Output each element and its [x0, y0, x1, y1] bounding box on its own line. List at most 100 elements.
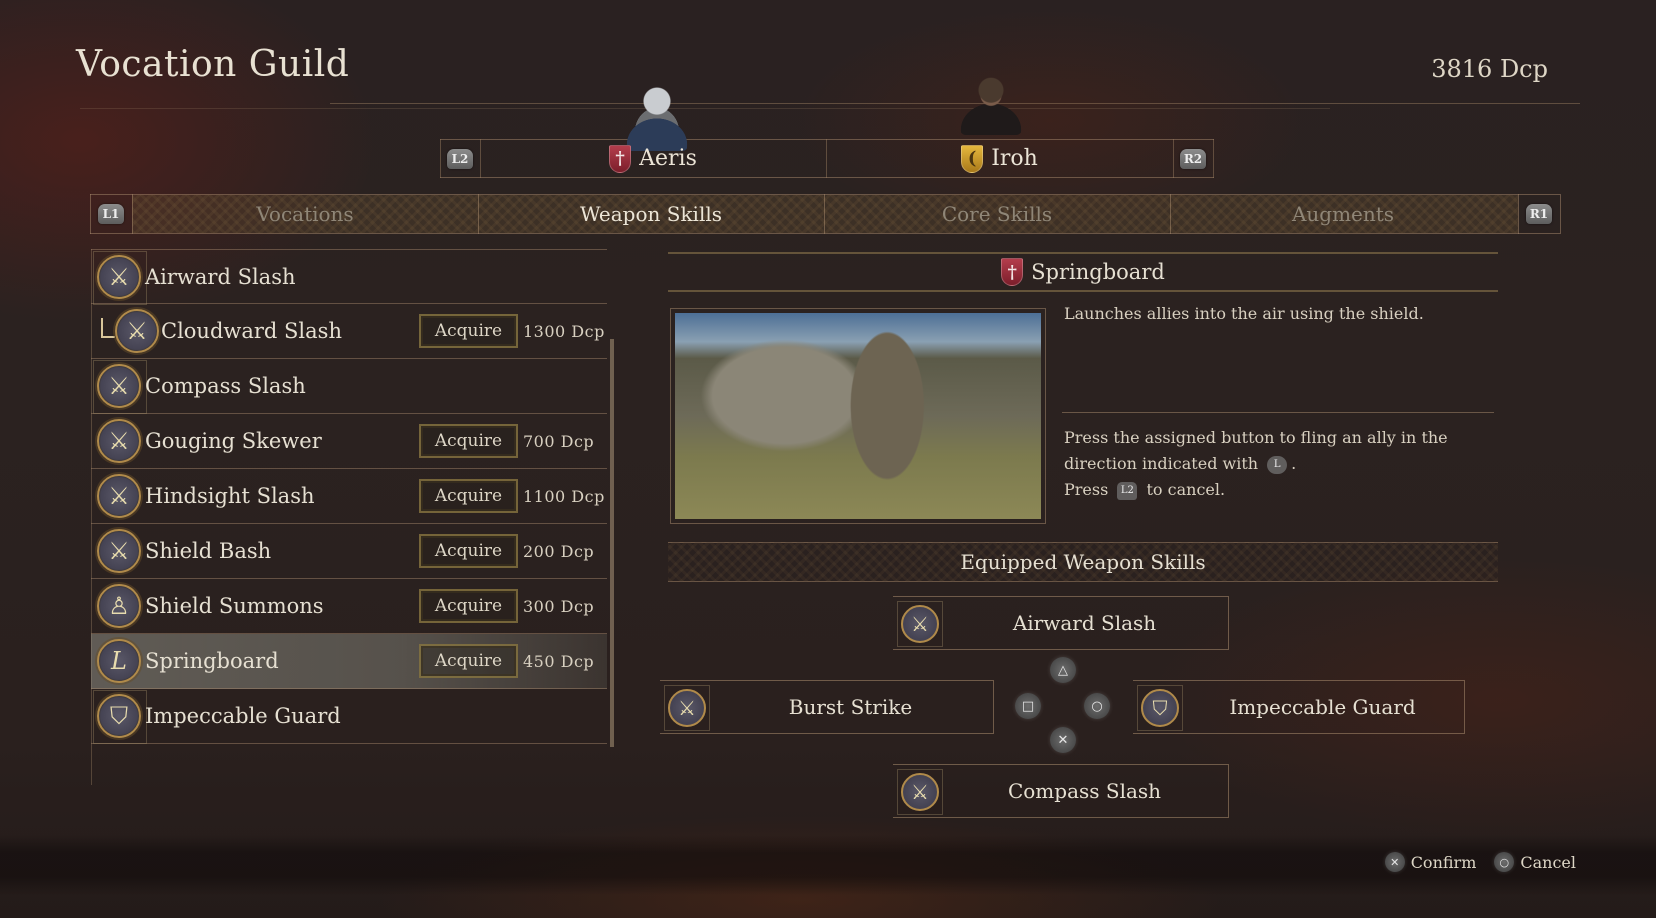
l2-button-icon: L2	[1117, 481, 1138, 500]
divider	[1518, 194, 1519, 234]
skill-description: Launches allies into the air using the s…	[1064, 304, 1424, 323]
slot-skill-name: Burst Strike	[788, 695, 913, 719]
character-tabs: L2 R2 † Aeris ( Iroh	[440, 71, 1214, 178]
slot-icon-frame: ⚔	[897, 601, 943, 647]
next-section-button[interactable]: R1	[1526, 204, 1552, 224]
confirm-prompt[interactable]: Confirm	[1411, 853, 1477, 872]
divider	[1213, 139, 1214, 178]
footer-prompts: ✕ Confirm ○ Cancel	[1384, 852, 1576, 872]
slot-skill-name: Impeccable Guard	[1229, 695, 1416, 719]
divider	[440, 139, 441, 178]
acquire-button[interactable]: Acquire	[419, 644, 518, 678]
cancel-prompt[interactable]: Cancel	[1520, 853, 1576, 872]
prev-character-button[interactable]: L2	[447, 149, 473, 169]
instruction-text: .	[1291, 454, 1297, 473]
acquire-button[interactable]: Acquire	[419, 314, 518, 348]
slot-skill-name: Airward Slash	[1012, 611, 1157, 635]
list-scrollbar[interactable]	[610, 339, 614, 747]
upgrade-branch-icon	[101, 318, 115, 338]
skill-name: Gouging Skewer	[145, 429, 322, 453]
sword-icon: ⚔	[901, 605, 939, 643]
bow-crest-icon: (	[961, 144, 984, 173]
currency-display: 3816 Dcp	[1431, 55, 1548, 83]
figure-icon: ♙	[97, 584, 141, 628]
acquire-button[interactable]: Acquire	[419, 589, 518, 623]
skill-name: Shield Bash	[145, 539, 272, 563]
skill-row-cloudward-slash[interactable]: ⚔ Cloudward Slash Acquire 1300 Dcp	[91, 304, 607, 359]
character-name: Aeris	[639, 146, 697, 171]
equipped-skills-title: Equipped Weapon Skills	[960, 550, 1206, 574]
skill-instructions: Press the assigned button to fling an al…	[1064, 425, 1484, 503]
skill-detail-title: Springboard	[1031, 260, 1165, 284]
instruction-text: direction indicated with	[1064, 454, 1259, 473]
frame-line	[80, 108, 1330, 109]
equipped-slot-circle[interactable]: ⛉ Impeccable Guard	[1133, 680, 1465, 734]
skill-preview-image	[675, 313, 1041, 519]
equipped-slot-cross[interactable]: ⚔ Compass Slash	[893, 764, 1229, 818]
frame-line	[330, 103, 1580, 104]
cross-button-icon: ✕	[1384, 852, 1405, 872]
skill-name: Airward Slash	[145, 264, 296, 289]
instruction-line: direction indicated with L.	[1064, 451, 1484, 477]
skill-row-springboard[interactable]: 𝐿 Springboard Acquire 450 Dcp	[91, 634, 607, 689]
sword-icon: ⚔	[93, 251, 147, 305]
skill-row-airward-slash[interactable]: ⚔ Airward Slash	[91, 249, 607, 305]
divider	[90, 194, 91, 234]
prev-section-button[interactable]: L1	[98, 204, 124, 224]
tab-augments[interactable]: Augments	[1170, 194, 1516, 234]
iroh-portrait	[960, 71, 1022, 135]
slot-icon-frame: ⛉	[1137, 685, 1183, 731]
divider	[1062, 412, 1494, 413]
slot-icon-frame: ⚔	[897, 769, 943, 815]
skill-name: Shield Summons	[145, 594, 324, 618]
skill-cost: 300 Dcp	[523, 596, 595, 616]
skill-detail-header: † Springboard	[668, 252, 1498, 292]
shield-icon: ⛉	[93, 690, 147, 744]
skill-row-impeccable-guard[interactable]: ⛉ Impeccable Guard	[91, 689, 607, 744]
boot-icon: 𝐿	[97, 639, 141, 683]
divider	[1560, 194, 1561, 234]
skill-row-compass-slash[interactable]: ⚔ Compass Slash	[91, 359, 607, 414]
page-title: Vocation Guild	[76, 44, 350, 85]
skill-cost: 1300 Dcp	[523, 321, 605, 341]
equipped-slot-square[interactable]: ⚔ Burst Strike	[660, 680, 994, 734]
section-tabs: L1 Vocations Weapon Skills Core Skills A…	[90, 194, 1561, 234]
tab-vocations[interactable]: Vocations	[132, 194, 478, 234]
skill-row-shield-bash[interactable]: ⚔ Shield Bash Acquire 200 Dcp	[91, 524, 607, 579]
instruction-text: to cancel.	[1146, 480, 1226, 499]
equipped-slot-triangle[interactable]: ⚔ Airward Slash	[893, 596, 1229, 650]
sword-icon: ⚔	[93, 360, 147, 414]
sword-icon: ⚔	[97, 474, 141, 518]
acquire-button[interactable]: Acquire	[419, 424, 518, 458]
square-button-icon: □	[1015, 693, 1041, 719]
character-name: Iroh	[991, 146, 1038, 171]
sword-icon: ⚔	[97, 419, 141, 463]
tab-core-skills[interactable]: Core Skills	[824, 194, 1170, 234]
skill-row-hindsight-slash[interactable]: ⚔ Hindsight Slash Acquire 1100 Dcp	[91, 469, 607, 524]
skill-row-gouging-skewer[interactable]: ⚔ Gouging Skewer Acquire 700 Dcp	[91, 414, 607, 469]
cross-button-icon: ✕	[1050, 727, 1076, 753]
acquire-button[interactable]: Acquire	[419, 534, 518, 568]
character-tab-iroh[interactable]: ( Iroh	[826, 139, 1173, 178]
shield-icon: ⛉	[1141, 689, 1179, 727]
sword-icon: ⚔	[97, 529, 141, 573]
instruction-line: Press the assigned button to fling an al…	[1064, 428, 1448, 447]
skill-row-shield-summons[interactable]: ♙ Shield Summons Acquire 300 Dcp	[91, 579, 607, 634]
circle-button-icon: ○	[1494, 852, 1515, 872]
tab-weapon-skills[interactable]: Weapon Skills	[478, 194, 824, 234]
skill-name: Hindsight Slash	[145, 484, 315, 508]
skill-cost: 450 Dcp	[523, 651, 595, 671]
divider	[1173, 139, 1174, 178]
acquire-button[interactable]: Acquire	[419, 479, 518, 513]
slot-skill-name: Compass Slash	[1007, 779, 1162, 803]
equipped-skills-header: Equipped Weapon Skills	[668, 542, 1498, 582]
skill-name: Impeccable Guard	[145, 704, 341, 728]
skill-cost: 700 Dcp	[523, 431, 595, 451]
sword-icon: ⚔	[668, 689, 706, 727]
skill-preview-frame	[670, 308, 1046, 524]
instruction-line: Press L2 to cancel.	[1064, 477, 1484, 503]
character-tab-aeris[interactable]: † Aeris	[480, 139, 826, 178]
left-stick-icon: L	[1267, 455, 1288, 474]
next-character-button[interactable]: R2	[1180, 149, 1206, 169]
skill-cost: 1100 Dcp	[523, 486, 605, 506]
